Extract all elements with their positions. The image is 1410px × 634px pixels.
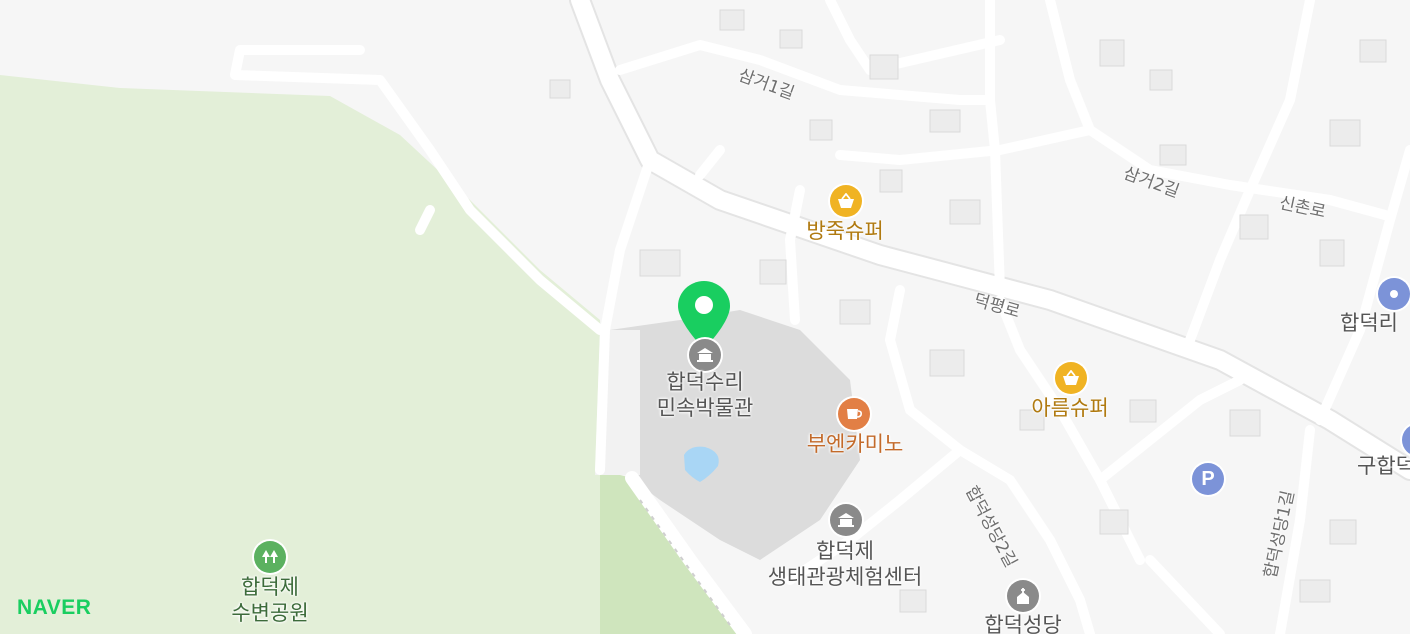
place-circle-icon[interactable]	[1378, 278, 1410, 310]
museum-icon[interactable]	[689, 339, 721, 371]
selected-place-name-line2: 민속박물관	[656, 396, 754, 420]
selected-place-name[interactable]: 합덕수리 민속박물관	[630, 369, 780, 421]
parking-icon[interactable]: P	[1192, 463, 1224, 495]
poi-label-park[interactable]: 합덕제 수변공원	[200, 574, 340, 626]
coffee-cup-icon[interactable]	[838, 398, 870, 430]
museum-icon[interactable]	[830, 504, 862, 536]
naver-logo: NAVER	[17, 596, 92, 619]
poi-label-park-line2: 수변공원	[231, 601, 309, 625]
shopping-basket-icon[interactable]	[830, 185, 862, 217]
selected-place-name-line1: 합덕수리	[666, 370, 744, 394]
map-canvas[interactable]: 삼거1길 삼거2길 신촌로 덕평로 합덕성당2길 합덕성당1길 방죽슈퍼 아름슈…	[0, 0, 1410, 634]
poi-label-gu-hapdeok[interactable]: 구합덕	[1357, 453, 1410, 479]
church-icon[interactable]	[1007, 580, 1039, 612]
tree-icon[interactable]	[254, 541, 286, 573]
poi-label-areum-super[interactable]: 아름슈퍼	[1020, 395, 1120, 421]
poi-label-ecotour-line2: 생태관광체험센터	[767, 565, 923, 589]
poi-label-ecotour-center[interactable]: 합덕제 생태관광체험센터	[750, 538, 940, 590]
poi-label-buencamino[interactable]: 부엔카미노	[795, 431, 915, 457]
poi-label-ecotour-line1: 합덕제	[816, 539, 874, 563]
poi-label-bangjuk-super[interactable]: 방죽슈퍼	[795, 218, 895, 244]
poi-label-park-line1: 합덕제	[241, 575, 299, 599]
poi-label-hapdeok-ri[interactable]: 합덕리	[1340, 310, 1398, 336]
shopping-basket-icon[interactable]	[1055, 362, 1087, 394]
poi-label-church[interactable]: 합덕성당	[975, 612, 1071, 634]
